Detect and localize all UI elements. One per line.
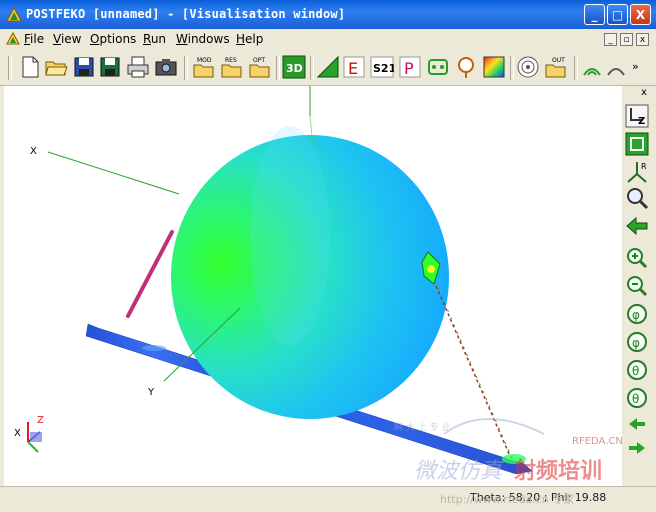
open-folder-icon[interactable] [44, 55, 68, 79]
close-button[interactable]: X [630, 4, 651, 25]
svg-text:θ: θ [632, 392, 639, 406]
antenna-icon[interactable] [580, 55, 604, 79]
rotate-axes-icon[interactable]: R [625, 160, 649, 184]
cable-icon[interactable] [426, 55, 450, 79]
orientation-triad: X Z [14, 415, 44, 453]
open-results-label: RES [225, 57, 237, 64]
3d-view-icon[interactable]: 3D [282, 55, 306, 79]
document-icon[interactable] [6, 32, 20, 46]
new-file-icon[interactable] [18, 55, 42, 79]
postfeko-app-icon [6, 7, 22, 22]
menu-view[interactable]: View [53, 32, 81, 46]
power-label: P [404, 59, 414, 78]
s-parameters-label: S21 [373, 62, 394, 75]
toolbar-separator [510, 56, 514, 80]
far-field-icon[interactable] [316, 55, 340, 79]
open-output-label: OUT [552, 57, 565, 64]
s-parameters-icon[interactable]: S21 [370, 55, 394, 79]
camera-icon[interactable] [154, 55, 178, 79]
watermark-line1: 微波仿真 [414, 459, 505, 484]
x-axis-line [47, 151, 180, 195]
maximize-button[interactable]: □ [607, 4, 628, 25]
colormap-icon[interactable] [482, 55, 506, 79]
open-optimisation-icon[interactable]: OPT [248, 55, 272, 79]
x-axis-label: X [30, 146, 37, 157]
mdi-minimize-button[interactable]: _ [604, 33, 617, 46]
zoom-in-icon[interactable] [625, 246, 649, 270]
pan-left-icon[interactable] [625, 412, 649, 436]
back-arrow-icon[interactable] [625, 214, 649, 238]
view-toolbar: x Z R φ φ θ θ [622, 86, 656, 486]
dipole-wire [126, 230, 174, 318]
menu-help[interactable]: Help [236, 32, 263, 46]
watermark-line2: 射频培训 [513, 458, 602, 484]
open-results-icon[interactable]: RES [220, 55, 244, 79]
pan-right-icon[interactable] [625, 436, 649, 460]
menu-file[interactable]: File [24, 32, 44, 46]
menu-bar: File View Options Run Windows Help [0, 29, 656, 50]
title-bar: POSTFEKO [unnamed] - [Visualisation wind… [0, 0, 656, 29]
open-model-label: MOD [197, 57, 212, 64]
e-field-label: E [348, 59, 358, 78]
view-toolbar-close-icon[interactable]: x [638, 88, 650, 100]
view-axis-z-icon[interactable]: Z [625, 104, 649, 128]
svg-text:网 大 上 专 业: 网 大 上 专 业 [394, 421, 450, 433]
minimize-button[interactable]: _ [584, 4, 605, 25]
toolbar-grip [8, 56, 12, 80]
help-icon[interactable] [604, 55, 628, 79]
zoom-to-extents-icon[interactable] [625, 132, 649, 156]
toolbar-separator [310, 56, 314, 80]
triad-x-label: X [14, 428, 21, 439]
toolbar-separator [184, 56, 188, 80]
toolbar-separator [276, 56, 280, 80]
e-field-icon[interactable]: E [342, 55, 366, 79]
svg-text:θ: θ [632, 364, 639, 378]
window-title: POSTFEKO [unnamed] - [Visualisation wind… [26, 7, 346, 21]
rotate-theta-down-icon[interactable]: θ [625, 386, 649, 410]
svg-text:R: R [641, 162, 647, 171]
save-as-icon[interactable] [98, 55, 122, 79]
zoom-region-icon[interactable] [625, 186, 649, 210]
toolbar-overflow-chevron-icon[interactable]: » [632, 60, 639, 73]
svg-text:φ: φ [632, 308, 640, 322]
port-hotspot-core [427, 265, 435, 273]
rotate-phi-right-icon[interactable]: φ [625, 330, 649, 354]
print-icon[interactable] [126, 55, 150, 79]
plate-highlight [142, 345, 166, 351]
3d-scene: X Y X Z 网 大 上 专 业 RFEDA.CN 微波仿真 射频培训 [14, 86, 622, 484]
rotate-phi-left-icon[interactable]: φ [625, 302, 649, 326]
smith-chart-icon[interactable] [516, 55, 540, 79]
triad-z-label: Z [37, 415, 44, 426]
mdi-restore-button[interactable]: ▫ [620, 33, 633, 46]
main-toolbar: MOD RES OPT 3D E S21 P OUT » [0, 50, 656, 86]
power-icon[interactable]: P [398, 55, 422, 79]
svg-text:Z: Z [638, 116, 645, 127]
open-model-icon[interactable]: MOD [192, 55, 216, 79]
save-icon[interactable] [72, 55, 96, 79]
open-output-icon[interactable]: OUT [544, 55, 568, 79]
visualisation-viewport[interactable]: X Y X Z 网 大 上 专 业 RFEDA.CN 微波仿真 射频培训 [4, 86, 622, 486]
status-bar: Theta: 58.20 ; Phi: 19.88 http://www.rfe… [0, 486, 656, 512]
open-optimisation-label: OPT [253, 57, 265, 64]
mdi-close-button[interactable]: x [636, 33, 649, 46]
menu-options[interactable]: Options [90, 32, 136, 46]
zoom-out-icon[interactable] [625, 274, 649, 298]
menu-windows[interactable]: Windows [176, 32, 230, 46]
menu-run[interactable]: Run [143, 32, 166, 46]
rotate-theta-up-icon[interactable]: θ [625, 358, 649, 382]
watermark-site: RFEDA.CN [572, 436, 622, 447]
3d-view-label: 3D [286, 62, 303, 75]
toolbar-separator [574, 56, 578, 80]
y-axis-label: Y [147, 387, 155, 398]
watermark-sub: http://www.rfeda.cn 专家 [440, 493, 575, 506]
sphere-shading [250, 126, 330, 346]
probe-icon[interactable] [454, 55, 478, 79]
svg-text:φ: φ [632, 336, 640, 350]
